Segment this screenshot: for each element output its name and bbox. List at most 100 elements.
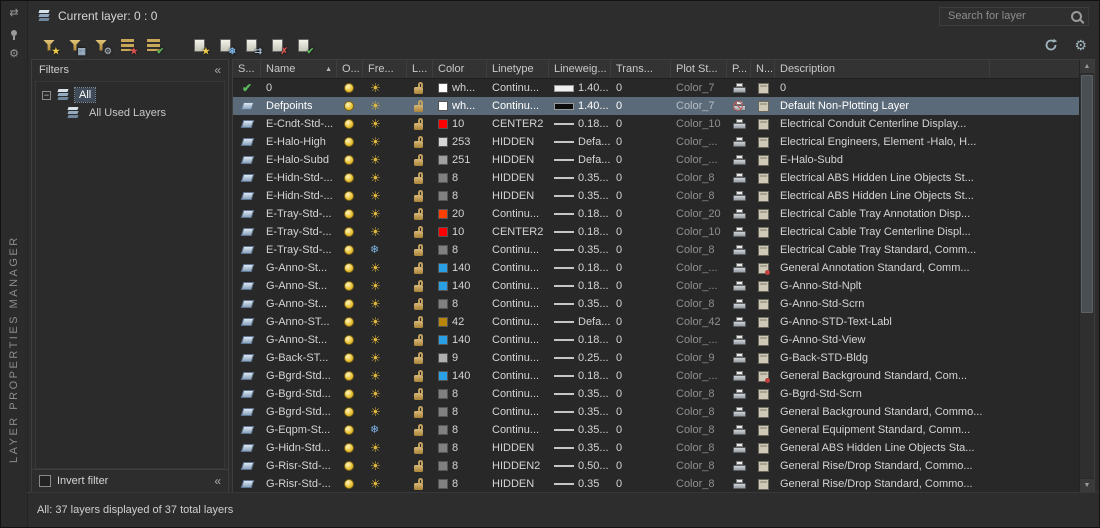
layer-row[interactable]: ✔ 0 ☀ wh... Continu... 1.40... 0 Color_7 0 [233, 79, 1079, 97]
new-vp-cell[interactable] [751, 367, 775, 385]
lock-cell[interactable] [407, 349, 433, 367]
layer-row[interactable]: G-Eqpm-St... ❄ 8 Continu... 0.35... 0 Color_8 G… [233, 421, 1079, 439]
lock-cell[interactable] [407, 403, 433, 421]
color-cell[interactable]: 140 [433, 367, 487, 385]
freeze-cell[interactable]: ☀ [363, 475, 407, 492]
plot-cell[interactable] [727, 115, 751, 133]
lineweight-cell[interactable]: 0.35... [549, 403, 611, 421]
new-vp-cell[interactable] [751, 115, 775, 133]
on-cell[interactable] [337, 241, 363, 259]
scroll-up-icon[interactable]: ▲ [1080, 60, 1094, 74]
layer-row[interactable]: E-Tray-Std-... ☀ 10 CENTER2 0.18... 0 Color_10… [233, 223, 1079, 241]
color-cell[interactable]: 251 [433, 151, 487, 169]
transparency-cell[interactable]: 0 [611, 169, 671, 187]
transparency-cell[interactable]: 0 [611, 241, 671, 259]
description-cell[interactable]: G-Anno-Std-Nplt [775, 277, 1079, 295]
description-cell[interactable]: G-Anno-STD-Text-Labl [775, 313, 1079, 331]
invert-filter-checkbox[interactable] [39, 475, 51, 487]
linetype-cell[interactable]: Continu... [487, 421, 549, 439]
on-cell[interactable] [337, 133, 363, 151]
new-vp-cell[interactable] [751, 97, 775, 115]
plot-cell[interactable] [727, 439, 751, 457]
linetype-cell[interactable]: Continu... [487, 97, 549, 115]
new-vp-cell[interactable] [751, 151, 775, 169]
color-cell[interactable]: 8 [433, 169, 487, 187]
color-cell[interactable]: 8 [433, 295, 487, 313]
transparency-cell[interactable]: 0 [611, 367, 671, 385]
on-cell[interactable] [337, 79, 363, 97]
description-cell[interactable]: Electrical Cable Tray Annotation Disp... [775, 205, 1079, 223]
plot-cell[interactable] [727, 97, 751, 115]
new-vp-cell[interactable] [751, 403, 775, 421]
transparency-cell[interactable]: 0 [611, 187, 671, 205]
new-vp-cell[interactable] [751, 457, 775, 475]
freeze-cell[interactable]: ☀ [363, 403, 407, 421]
layer-row[interactable]: E-Tray-Std-... ❄ 8 Continu... 0.35... 0 Color_… [233, 241, 1079, 259]
lock-cell[interactable] [407, 79, 433, 97]
settings-gear-icon[interactable]: ⚙ [1074, 38, 1087, 52]
freeze-cell[interactable]: ☀ [363, 277, 407, 295]
layer-states-manager-icon[interactable]: ⚙ [91, 36, 112, 56]
new-vp-cell[interactable] [751, 259, 775, 277]
lock-cell[interactable] [407, 367, 433, 385]
layer-row[interactable]: E-Halo-High ☀ 253 HIDDEN Defa... 0 Color_... El… [233, 133, 1079, 151]
lock-cell[interactable] [407, 169, 433, 187]
on-cell[interactable] [337, 349, 363, 367]
lock-cell[interactable] [407, 133, 433, 151]
lock-cell[interactable] [407, 421, 433, 439]
freeze-cell[interactable]: ☀ [363, 151, 407, 169]
transparency-cell[interactable]: 0 [611, 295, 671, 313]
collapse-filters-icon[interactable]: « [214, 63, 221, 77]
layer-row[interactable]: G-Anno-St... ☀ 140 Continu... 0.18... 0 Color_… [233, 277, 1079, 295]
description-cell[interactable]: Default Non-Plotting Layer [775, 97, 1079, 115]
column-header-o[interactable]: O... [337, 60, 363, 78]
color-cell[interactable]: 20 [433, 205, 487, 223]
lock-cell[interactable] [407, 223, 433, 241]
layer-row[interactable]: G-Anno-St... ☀ 140 Continu... 0.18... 0 Color_… [233, 259, 1079, 277]
transparency-cell[interactable]: 0 [611, 457, 671, 475]
new-vp-cell[interactable] [751, 133, 775, 151]
column-header-l[interactable]: L... [407, 60, 433, 78]
name-cell[interactable]: G-Back-ST... [261, 349, 337, 367]
column-header-description[interactable]: Description [775, 60, 990, 78]
lineweight-cell[interactable]: Defa... [549, 151, 611, 169]
color-cell[interactable]: 8 [433, 475, 487, 492]
transparency-cell[interactable]: 0 [611, 97, 671, 115]
name-cell[interactable]: G-Bgrd-Std... [261, 367, 337, 385]
name-cell[interactable]: G-Anno-St... [261, 295, 337, 313]
new-vp-cell[interactable] [751, 439, 775, 457]
new-vp-cell[interactable] [751, 187, 775, 205]
lock-cell[interactable] [407, 277, 433, 295]
description-cell[interactable]: General Annotation Standard, Comm... [775, 259, 1079, 277]
plot-cell[interactable] [727, 403, 751, 421]
name-cell[interactable]: E-Hidn-Std-... [261, 187, 337, 205]
plot-cell[interactable] [727, 331, 751, 349]
color-cell[interactable]: 8 [433, 403, 487, 421]
plot-cell[interactable] [727, 367, 751, 385]
plot-cell[interactable] [727, 169, 751, 187]
linetype-cell[interactable]: HIDDEN [487, 133, 549, 151]
on-cell[interactable] [337, 169, 363, 187]
transparency-cell[interactable]: 0 [611, 331, 671, 349]
layer-row[interactable]: E-Tray-Std-... ☀ 20 Continu... 0.18... 0 Color… [233, 205, 1079, 223]
color-cell[interactable]: 8 [433, 385, 487, 403]
new-vp-cell[interactable] [751, 277, 775, 295]
freeze-cell[interactable]: ☀ [363, 115, 407, 133]
vertical-scrollbar[interactable]: ▲ ▼ [1079, 60, 1094, 492]
transparency-cell[interactable]: 0 [611, 133, 671, 151]
plot-cell[interactable] [727, 277, 751, 295]
new-vp-cell[interactable] [751, 385, 775, 403]
filter-tree-item-all[interactable]: − All [36, 86, 224, 104]
linetype-cell[interactable]: HIDDEN [487, 187, 549, 205]
description-cell[interactable]: General Rise/Drop Standard, Commo... [775, 475, 1079, 492]
delete-layer-icon[interactable]: ✗ [267, 36, 288, 56]
color-cell[interactable]: 8 [433, 241, 487, 259]
description-cell[interactable]: General ABS Hidden Line Objects Sta... [775, 439, 1079, 457]
name-cell[interactable]: G-Anno-St... [261, 277, 337, 295]
new-vp-cell[interactable] [751, 223, 775, 241]
collapse-invert-icon[interactable]: « [214, 474, 221, 488]
name-cell[interactable]: G-Eqpm-St... [261, 421, 337, 439]
color-cell[interactable]: 140 [433, 259, 487, 277]
description-cell[interactable]: Electrical Engineers, Element -Halo, H..… [775, 133, 1079, 151]
layer-unisolate-icon[interactable]: ✔ [143, 36, 164, 56]
